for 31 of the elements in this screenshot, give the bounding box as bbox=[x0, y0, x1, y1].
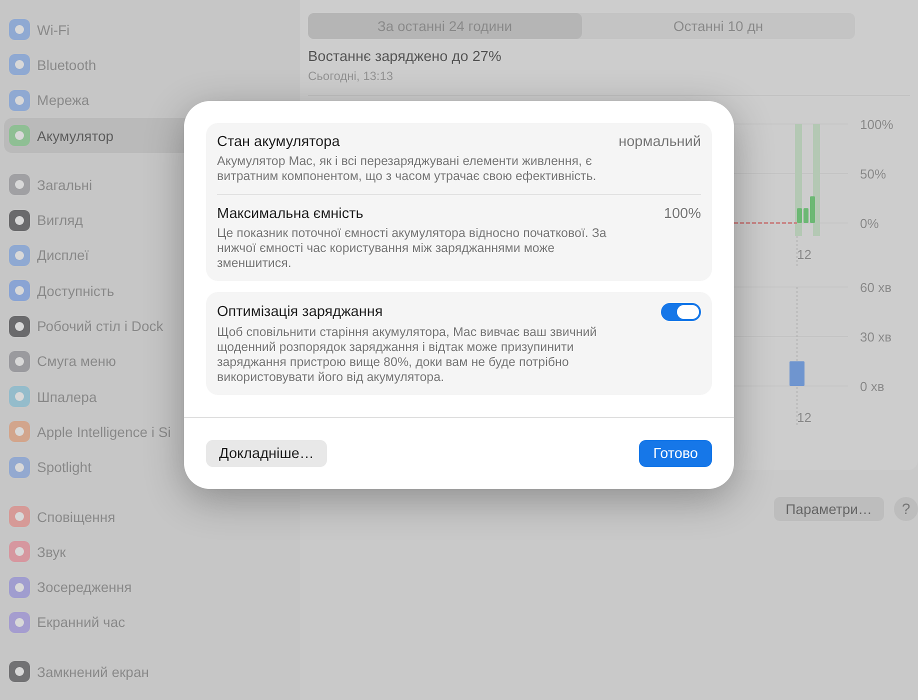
learn-more-button[interactable]: Докладніше… bbox=[206, 440, 327, 467]
axis-label: 100% bbox=[860, 117, 894, 132]
setting-title: Оптимізація заряджання bbox=[217, 304, 383, 320]
setting-description: Щоб сповільнити старіння акумулятора, Mac вивчає ваш звичний щоденний розпорядок заряджання і відтак може призупинити заряджання пристрою вище 80%, доки вам не буде потрібно використовувати його від акумулятора. bbox=[217, 325, 598, 385]
axis-label: 0 хв bbox=[860, 379, 884, 394]
setting-value: нормальний bbox=[618, 134, 701, 150]
axis-label: 12 bbox=[797, 247, 812, 262]
axis-label: 50% bbox=[860, 166, 886, 182]
axis-label: 30 хв bbox=[860, 330, 892, 344]
axis-label: 0% bbox=[860, 216, 879, 231]
toggle-switch[interactable] bbox=[661, 303, 701, 321]
setting-value: 100% bbox=[664, 206, 701, 222]
last-charge-time: Сьогодні, 13:13 bbox=[308, 69, 394, 83]
sidebar-item[interactable]: Зосередження bbox=[4, 569, 280, 605]
setting-title: Максимальна ємність bbox=[217, 206, 364, 222]
last-charge-title: Востаннє заряджено до 27% bbox=[308, 49, 502, 65]
done-button[interactable]: Готово bbox=[639, 440, 712, 467]
sidebar-item[interactable]: Екранний час bbox=[4, 604, 280, 640]
setting-description: Це показник поточної ємності акумулятора відносно початкової. За нижчої ємності час користування між заряджаннями може зменшитися. bbox=[217, 226, 608, 271]
options-button[interactable]: Параметри… bbox=[774, 497, 884, 521]
setting-description: Акумулятор Mac, як і всі перезаряджувані елементи живлення, є витратним компонентом, що з часом утрачає свою ефективність. bbox=[217, 154, 598, 184]
sidebar-item[interactable]: Звук bbox=[4, 534, 280, 570]
sidebar-item[interactable]: Wi-Fi bbox=[4, 12, 280, 48]
sidebar-item[interactable]: Сповіщення bbox=[4, 498, 280, 534]
axis-label: 60 хв bbox=[860, 280, 892, 295]
sidebar-item[interactable]: Мережа bbox=[4, 82, 280, 118]
sidebar-item[interactable]: Bluetooth bbox=[4, 47, 280, 83]
axis-label: 12 bbox=[797, 410, 812, 425]
sidebar-item[interactable]: Замкнений екран bbox=[4, 654, 280, 690]
period-tab[interactable]: Останні 10 дн bbox=[582, 13, 855, 39]
help-button[interactable]: ? bbox=[894, 497, 918, 521]
